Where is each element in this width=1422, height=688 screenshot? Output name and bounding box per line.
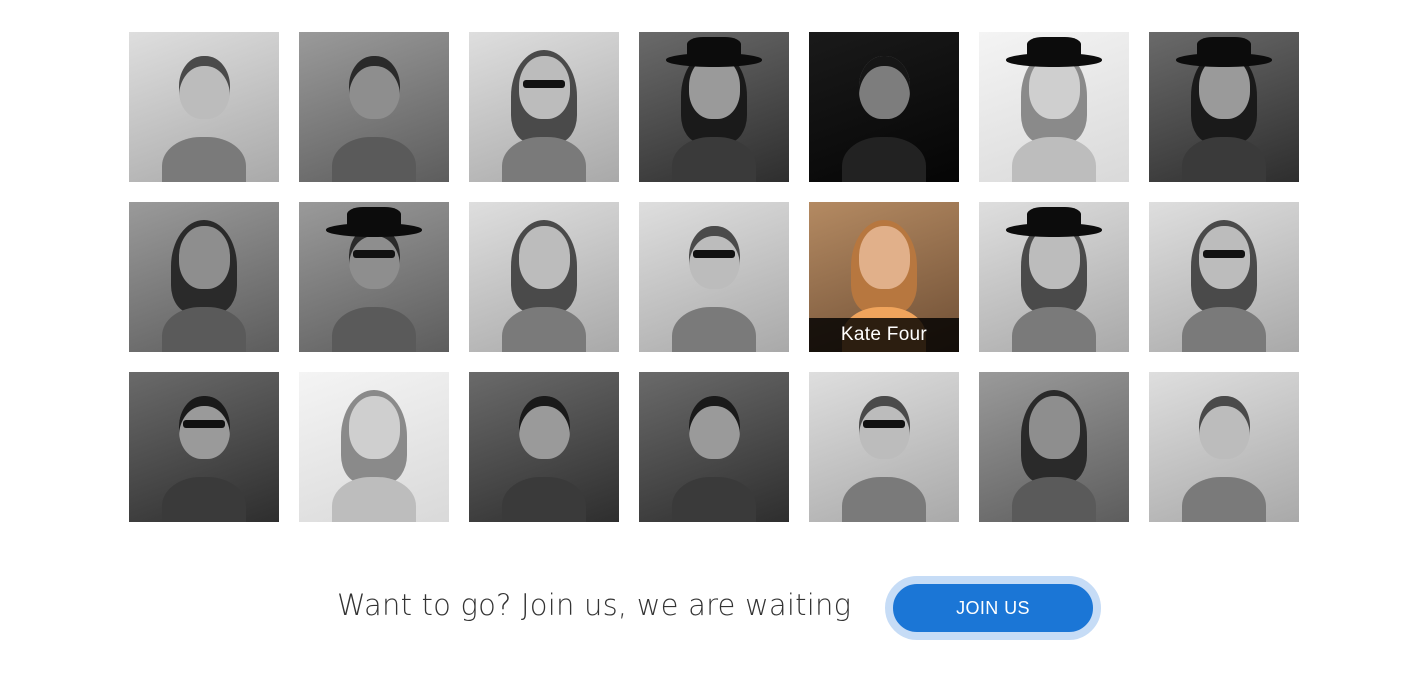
profile-tile[interactable] <box>639 202 789 352</box>
profile-tile[interactable] <box>979 372 1129 522</box>
profile-tile[interactable] <box>129 202 279 352</box>
call-to-action: Want to go? Join us, we are waiting JOIN… <box>0 576 1422 640</box>
profile-tile[interactable] <box>1149 372 1299 522</box>
profile-photo <box>1149 32 1299 182</box>
profile-photo <box>299 372 449 522</box>
profile-photo <box>809 372 959 522</box>
profile-photo <box>469 32 619 182</box>
profile-tile[interactable] <box>809 32 959 182</box>
profile-photo <box>299 32 449 182</box>
profile-photo <box>639 202 789 352</box>
profile-tile[interactable] <box>299 372 449 522</box>
profile-photo <box>129 372 279 522</box>
profile-name-caption: Kate Four <box>809 318 959 352</box>
profile-photo <box>469 372 619 522</box>
profile-tile[interactable] <box>979 202 1129 352</box>
profile-tile[interactable] <box>469 32 619 182</box>
profile-tile[interactable]: Kate Four <box>809 202 959 352</box>
profile-tile[interactable] <box>979 32 1129 182</box>
profile-photo <box>639 372 789 522</box>
profile-tile[interactable] <box>129 372 279 522</box>
profile-photo <box>469 202 619 352</box>
page: Kate Four Want to go? Join us, we are wa… <box>0 0 1422 688</box>
profile-photo <box>979 202 1129 352</box>
profile-tile[interactable] <box>809 372 959 522</box>
profile-tile[interactable] <box>299 32 449 182</box>
profile-tile[interactable] <box>129 32 279 182</box>
profile-photo <box>639 32 789 182</box>
profile-tile[interactable] <box>639 372 789 522</box>
profile-photo <box>979 32 1129 182</box>
join-us-button[interactable]: JOIN US <box>885 576 1101 640</box>
profile-photo <box>979 372 1129 522</box>
profile-tile[interactable] <box>639 32 789 182</box>
profile-tile[interactable] <box>1149 32 1299 182</box>
profile-tile[interactable] <box>1149 202 1299 352</box>
profile-photo <box>809 32 959 182</box>
profile-tile[interactable] <box>299 202 449 352</box>
profile-photo <box>129 32 279 182</box>
profile-photo <box>1149 372 1299 522</box>
cta-text: Want to go? Join us, we are waiting <box>337 588 852 622</box>
profile-photo <box>129 202 279 352</box>
profile-photo <box>299 202 449 352</box>
profile-tile[interactable] <box>469 202 619 352</box>
profile-tile[interactable] <box>469 372 619 522</box>
team-gallery: Kate Four <box>129 32 1299 522</box>
profile-photo <box>1149 202 1299 352</box>
